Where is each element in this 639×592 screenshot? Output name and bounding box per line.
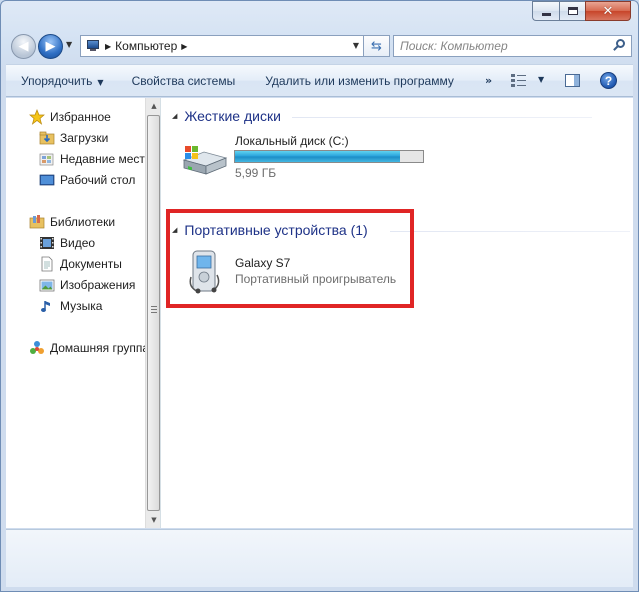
scroll-down-icon[interactable]: ▼: [146, 512, 160, 528]
highlight-annotation-box: [166, 209, 414, 308]
address-dropdown-icon[interactable]: ▼: [353, 41, 359, 50]
group-title: Жесткие диски: [184, 108, 281, 124]
sidebar-item-music[interactable]: Музыка: [39, 297, 102, 315]
refresh-button[interactable]: ⇆: [364, 35, 390, 57]
sidebar-item-label: Домашняя группа: [50, 341, 150, 355]
star-icon: [29, 109, 45, 125]
search-box[interactable]: [393, 35, 632, 57]
search-icon[interactable]: [613, 39, 626, 53]
help-icon[interactable]: ?: [600, 72, 617, 89]
downloads-folder-icon: [39, 130, 55, 146]
navigation-pane: Избранное Загрузки Недавние места Рабочи…: [6, 98, 161, 528]
maximize-icon: [567, 7, 578, 15]
breadcrumb-computer[interactable]: Компьютер: [115, 39, 177, 53]
sidebar-item-label: Недавние места: [60, 152, 152, 166]
sidebar-item-label: Документы: [60, 257, 122, 271]
breadcrumb-chevron-icon[interactable]: ▶: [181, 42, 187, 51]
close-icon: ✕: [602, 3, 614, 19]
sidebar-item-label: Видео: [60, 236, 96, 250]
pictures-icon: [39, 277, 55, 293]
recent-pages-dropdown-icon[interactable]: ▼: [66, 40, 72, 49]
uninstall-program-button[interactable]: Удалить или изменить программу: [245, 74, 464, 88]
organize-button[interactable]: Упорядочить ▼: [6, 74, 114, 88]
homegroup-icon: [29, 340, 45, 356]
group-divider: [390, 231, 630, 232]
close-button[interactable]: ✕: [585, 1, 631, 21]
scroll-thumb[interactable]: [147, 115, 160, 511]
group-header-hard-drives[interactable]: ◢ Жесткие диски: [172, 106, 281, 126]
drive-usage-bar: [234, 150, 424, 163]
command-bar: Упорядочить ▼ Свойства системы Удалить ил…: [6, 64, 633, 97]
navigation-scrollbar[interactable]: ▲ ▼: [145, 98, 160, 528]
preview-pane-icon[interactable]: [565, 74, 580, 87]
grip-icon: [151, 306, 157, 313]
forward-arrow-icon: ▶: [45, 39, 56, 54]
sidebar-item-label: Музыка: [60, 299, 103, 313]
system-properties-button[interactable]: Свойства системы: [114, 74, 246, 88]
sidebar-item-libraries[interactable]: Библиотеки: [29, 213, 115, 231]
drive-usage-fill: [235, 151, 401, 162]
content-area: Избранное Загрузки Недавние места Рабочи…: [6, 98, 633, 528]
search-input[interactable]: [400, 39, 600, 53]
sidebar-item-label: Библиотеки: [50, 215, 116, 229]
sidebar-item-homegroup[interactable]: Домашняя группа: [29, 339, 149, 357]
navigation-row: ◀ ▶ ▼ ▶ Компьютер ▶ ▼ ⇆: [10, 32, 632, 60]
forward-button[interactable]: ▶: [38, 34, 63, 59]
music-icon: [39, 298, 55, 314]
recent-places-icon: [39, 151, 55, 167]
sidebar-item-label: Изображения: [60, 278, 136, 292]
minimize-button[interactable]: [532, 1, 559, 21]
sidebar-item-downloads[interactable]: Загрузки: [39, 129, 108, 147]
drive-name: Локальный диск (C:): [235, 134, 349, 148]
documents-icon: [39, 256, 55, 272]
sidebar-item-pictures[interactable]: Изображения: [39, 276, 135, 294]
drive-size: 5,99 ГБ: [235, 166, 277, 180]
scroll-up-icon[interactable]: ▲: [146, 98, 160, 114]
more-commands-button[interactable]: »: [485, 74, 492, 87]
collapse-triangle-icon[interactable]: ◢: [172, 112, 177, 120]
sidebar-item-recent-places[interactable]: Недавние места: [39, 150, 151, 168]
group-divider: [292, 117, 592, 118]
caption-buttons: ✕: [532, 1, 631, 21]
refresh-icon: ⇆: [371, 38, 382, 54]
breadcrumb-chevron-icon[interactable]: ▶: [105, 42, 111, 51]
back-button[interactable]: ◀: [11, 34, 36, 59]
computer-icon: [85, 40, 101, 52]
sidebar-item-favorites[interactable]: Избранное: [29, 108, 111, 126]
sidebar-item-label: Избранное: [50, 110, 111, 124]
libraries-icon: [29, 214, 45, 230]
chevron-down-icon: ▼: [97, 77, 104, 87]
main-pane: ◢ Жесткие диски Локальный диск (C:) 5,99…: [162, 98, 633, 528]
maximize-button[interactable]: [559, 1, 585, 21]
sidebar-item-documents[interactable]: Документы: [39, 255, 122, 273]
sidebar-item-label: Загрузки: [60, 131, 109, 145]
sidebar-item-label: Рабочий стол: [60, 173, 136, 187]
hard-drive-icon: [180, 142, 228, 181]
minimize-icon: [541, 13, 551, 16]
sidebar-item-video[interactable]: Видео: [39, 234, 95, 252]
video-icon: [39, 235, 55, 251]
desktop-icon: [39, 172, 55, 188]
sidebar-item-desktop[interactable]: Рабочий стол: [39, 171, 135, 189]
back-arrow-icon: ◀: [18, 39, 29, 54]
address-bar[interactable]: ▶ Компьютер ▶ ▼: [80, 35, 364, 57]
organize-label: Упорядочить: [21, 73, 93, 88]
details-pane: [6, 529, 633, 587]
view-options-dropdown-icon[interactable]: ▼: [538, 75, 544, 84]
change-view-icon[interactable]: [511, 74, 527, 87]
